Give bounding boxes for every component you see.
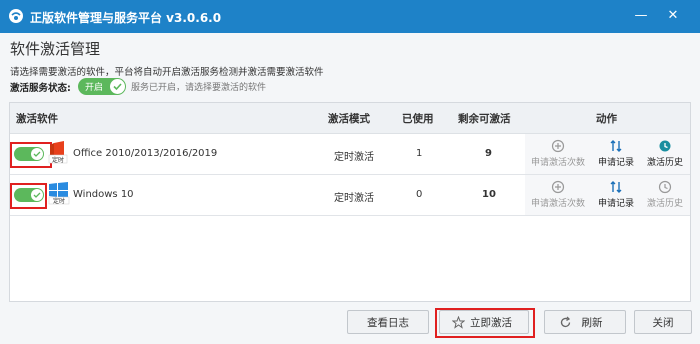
- table-row: 定时 Windows 10 定时激活 0 10 申请激活次数 申请记录 激活历史: [10, 175, 690, 216]
- swap-arrows-icon: [610, 181, 622, 193]
- software-name: Windows 10: [73, 189, 134, 200]
- close-button[interactable]: 关闭: [634, 310, 692, 334]
- table-header: 激活软件 激活模式 已使用 剩余可激活 动作: [10, 103, 690, 134]
- used-count: 1: [416, 148, 423, 159]
- activation-mode: 定时激活: [334, 152, 374, 163]
- refresh-icon: [560, 316, 571, 328]
- service-toggle-text: 开启: [85, 83, 104, 93]
- refresh-button[interactable]: 刷新: [544, 310, 626, 334]
- activation-history-action[interactable]: 激活历史: [642, 139, 688, 168]
- header-used: 已使用: [402, 113, 434, 125]
- refresh-label: 刷新: [581, 317, 603, 329]
- office-badge: 定时: [52, 156, 64, 164]
- header-actions: 动作: [596, 113, 617, 125]
- apply-record-action[interactable]: 申请记录: [594, 180, 638, 209]
- apply-count-action[interactable]: 申请激活次数: [528, 139, 588, 168]
- activation-history-action[interactable]: 激活历史: [642, 180, 688, 209]
- star-icon: [452, 316, 465, 329]
- history-label: 激活历史: [646, 199, 683, 209]
- remaining-count: 9: [485, 148, 492, 159]
- used-count: 0: [416, 189, 423, 200]
- service-toggle[interactable]: 开启: [78, 78, 126, 95]
- view-log-button[interactable]: 查看日志: [347, 310, 429, 334]
- window-title: 正版软件管理与服务平台 v3.0.6.0: [30, 11, 222, 25]
- apply-record-label: 申请记录: [597, 199, 634, 209]
- toggle-knob-icon: [110, 79, 125, 94]
- plus-circle-icon: [551, 180, 565, 194]
- page-description: 请选择需要激活的软件，平台将自动开启激活服务检测并激活需要激活软件: [10, 67, 324, 78]
- close-icon[interactable]: ✕: [662, 6, 684, 26]
- minimize-icon[interactable]: —: [630, 6, 652, 26]
- office-icon: 定时: [48, 141, 68, 164]
- page-title: 软件激活管理: [10, 40, 101, 58]
- header-software: 激活软件: [16, 113, 58, 125]
- app-logo-icon: [9, 9, 23, 23]
- apply-record-label: 申请记录: [597, 158, 634, 168]
- service-hint: 服务已开启，请选择要激活的软件: [131, 83, 267, 93]
- service-status-label: 激活服务状态:: [10, 83, 71, 94]
- title-bar: 正版软件管理与服务平台 v3.0.6.0 — ✕: [0, 0, 700, 33]
- close-label: 关闭: [652, 317, 674, 329]
- header-remaining: 剩余可激活: [458, 113, 511, 125]
- software-table: 激活软件 激活模式 已使用 剩余可激活 动作 定时 Office 2010/20…: [9, 102, 691, 302]
- header-mode: 激活模式: [328, 113, 370, 125]
- apply-count-label: 申请激活次数: [530, 199, 585, 209]
- apply-record-action[interactable]: 申请记录: [594, 139, 638, 168]
- history-label: 激活历史: [646, 158, 683, 168]
- history-icon: [658, 180, 672, 194]
- activation-mode: 定时激活: [334, 193, 374, 204]
- highlight-box: [10, 142, 52, 168]
- table-row: 定时 Office 2010/2013/2016/2019 定时激活 1 9 申…: [10, 134, 690, 175]
- apply-count-label: 申请激活次数: [530, 158, 585, 168]
- apply-count-action[interactable]: 申请激活次数: [528, 180, 588, 209]
- activate-now-button[interactable]: 立即激活: [439, 310, 529, 334]
- view-log-label: 查看日志: [367, 317, 409, 329]
- activate-now-label: 立即激活: [470, 317, 512, 329]
- windows-badge: 定时: [53, 197, 65, 205]
- highlight-box: [10, 183, 47, 209]
- remaining-count: 10: [482, 189, 496, 200]
- history-icon: [659, 140, 671, 152]
- swap-arrows-icon: [610, 140, 622, 152]
- windows-icon: 定时: [48, 182, 70, 205]
- software-name: Office 2010/2013/2016/2019: [73, 148, 218, 159]
- plus-circle-icon: [551, 139, 565, 153]
